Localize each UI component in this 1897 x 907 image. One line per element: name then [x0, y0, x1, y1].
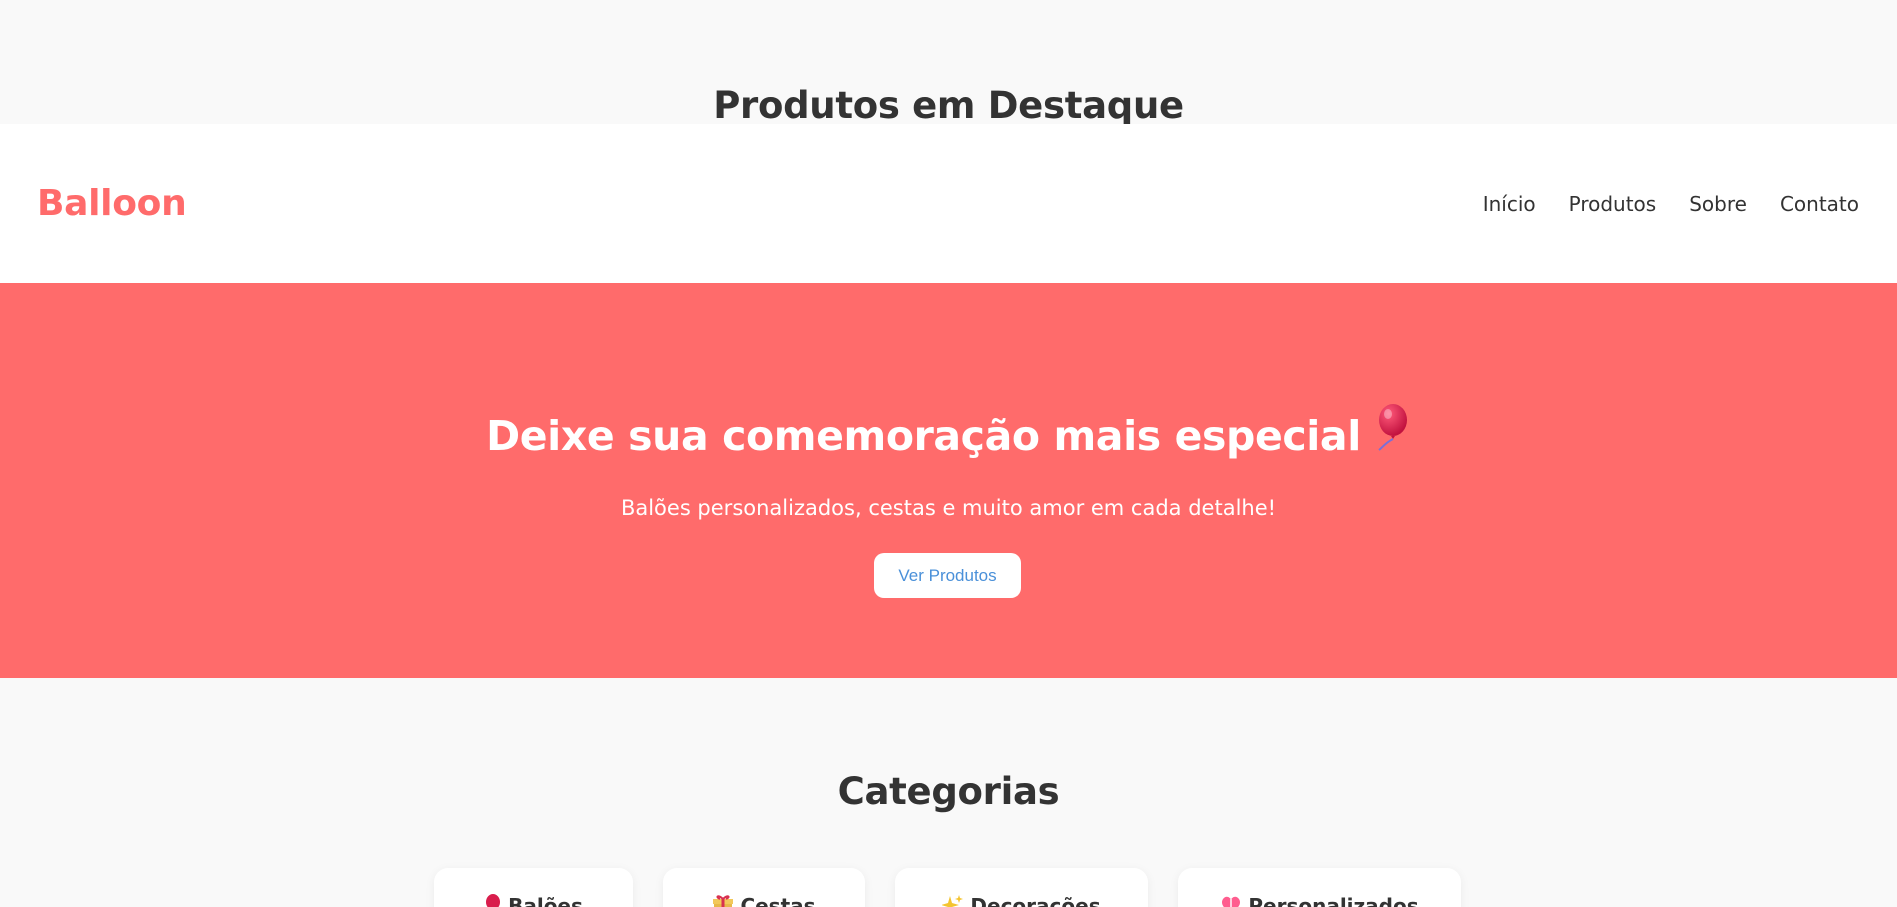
category-label: Decorações	[970, 894, 1101, 907]
nav-item-sobre: Sobre	[1689, 188, 1747, 220]
hero-section: Deixe sua comemoração mais especial Balõ…	[0, 283, 1897, 678]
hero-title: Deixe sua comemoração mais especial	[486, 412, 1361, 460]
gift-icon	[712, 894, 734, 907]
logo[interactable]: Balloon	[37, 180, 187, 228]
page: Produtos em Destaque Balloon Início Prod…	[0, 0, 1897, 907]
nav-link-contato[interactable]: Contato	[1780, 192, 1859, 216]
nav-item-inicio: Início	[1483, 188, 1536, 220]
category-card-personalizados[interactable]: Personalizados	[1178, 868, 1461, 907]
sparkles-icon	[941, 894, 964, 907]
hero-subtitle: Balões personalizados, cestas e muito am…	[620, 496, 1277, 520]
nav-item-produtos: Produtos	[1569, 188, 1657, 220]
balloon-icon	[484, 893, 502, 907]
nav-link-sobre[interactable]: Sobre	[1689, 192, 1747, 216]
view-products-button[interactable]: Ver Produtos	[874, 553, 1021, 598]
category-label: Personalizados	[1248, 894, 1419, 907]
category-label: Cestas	[740, 894, 816, 907]
balloon-icon	[1371, 403, 1411, 465]
nav-menu: Início Produtos Sobre Contato	[1450, 188, 1859, 220]
category-label: Balões	[508, 894, 583, 907]
categories-title: Categorias	[837, 770, 1060, 813]
hero-title-line: Deixe sua comemoração mais especial	[0, 404, 1897, 465]
navbar: Balloon Início Produtos Sobre Contato	[0, 124, 1897, 283]
category-card-cestas[interactable]: Cestas	[663, 868, 865, 907]
category-card-baloes[interactable]: Balões	[434, 868, 633, 907]
category-card-decoracoes[interactable]: Decorações	[895, 868, 1148, 907]
nav-item-contato: Contato	[1780, 188, 1859, 220]
nav-link-produtos[interactable]: Produtos	[1569, 192, 1657, 216]
heart-gift-icon	[1220, 895, 1242, 907]
nav-link-inicio[interactable]: Início	[1483, 192, 1536, 216]
featured-section: Produtos em Destaque	[0, 0, 1897, 127]
